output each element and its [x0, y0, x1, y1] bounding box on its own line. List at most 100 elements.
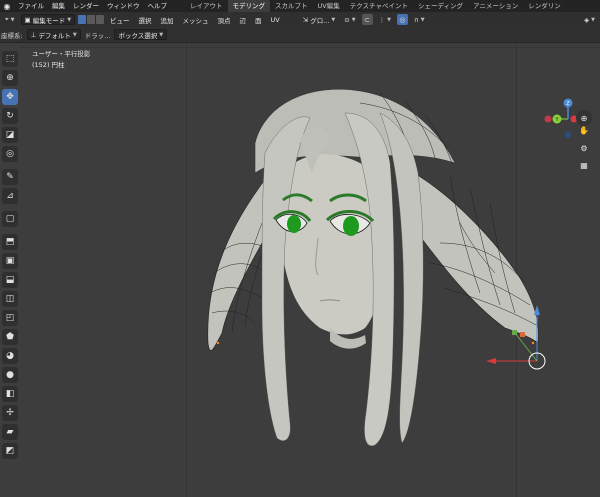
menu-render[interactable]: レンダー — [69, 0, 103, 12]
selected-vertex — [216, 341, 220, 345]
axes-icon: ⊥ — [30, 30, 37, 39]
menu-mesh[interactable]: メッシュ — [180, 15, 212, 25]
coordinate-system-dropdown[interactable]: ⊥ デフォルト ▼ — [26, 29, 81, 40]
view3d-icon: ⌖ — [5, 15, 9, 23]
snap-toggle[interactable]: ⊂ — [361, 14, 373, 25]
tab-sculpt[interactable]: スカルプト — [270, 0, 313, 12]
menu-vertex[interactable]: 頂点 — [215, 15, 234, 25]
inset-tool[interactable]: ▣ — [2, 253, 18, 269]
pan-button[interactable]: ✋ — [576, 122, 592, 138]
snap-target-dropdown[interactable]: ⋮ ▼ — [376, 14, 394, 25]
edge-slide-icon: ◧ — [5, 389, 15, 399]
add-cube-tool[interactable]: ▢ — [2, 211, 18, 227]
menu-uv[interactable]: UV — [268, 16, 283, 24]
mode-dropdown[interactable]: ▣ 編集モード ▼ — [20, 14, 76, 25]
chevron-down-icon: ▼ — [591, 16, 595, 23]
editor-type-button[interactable]: ⌖ ▼ — [2, 14, 18, 25]
character-head-model[interactable] — [0, 43, 600, 497]
menu-select[interactable]: 選択 — [136, 15, 155, 25]
transform-icon: ◎ — [6, 149, 14, 159]
tab-shading[interactable]: シェーディング — [413, 0, 468, 12]
coordinate-system-value: デフォルト — [38, 31, 71, 40]
scale-icon: ◪ — [5, 130, 15, 140]
edge-slide-tool[interactable]: ◧ — [2, 386, 18, 402]
pivot-dropdown[interactable]: ⊙ ▼ — [341, 14, 358, 25]
workspace-tabs: レイアウト モデリング スカルプト UV編集 テクスチャペイント シェーディング… — [185, 0, 566, 12]
tool-shelf: ⬚ ⊕ ✥ ↻ ◪ ◎ ✎ ⊿ ▢ ⬒ ▣ ⬓ ◫ ◰ ⬟ ◕ ● ◧ ✢ ▰ … — [0, 43, 20, 497]
chevron-down-icon: ▼ — [10, 16, 15, 23]
menu-file[interactable]: ファイル — [14, 0, 48, 12]
rotate-icon: ↻ — [6, 111, 14, 121]
pivot-icon: ⊙ — [344, 15, 350, 24]
falloff-curve-icon: ∩ — [413, 15, 419, 24]
rip-tool[interactable]: ◩ — [2, 443, 18, 459]
smooth-tool[interactable]: ● — [2, 367, 18, 383]
annotate-tool[interactable]: ✎ — [2, 169, 18, 185]
falloff-dropdown[interactable]: ∩ ▼ — [411, 14, 428, 25]
spin-tool[interactable]: ◕ — [2, 348, 18, 364]
camera-view-button[interactable]: ⚙ — [576, 140, 592, 156]
rotate-tool[interactable]: ↻ — [2, 108, 18, 124]
menu-add[interactable]: 追加 — [158, 15, 177, 25]
move-tool[interactable]: ✥ — [2, 89, 18, 105]
tab-modeling[interactable]: モデリング — [227, 0, 270, 12]
drag-select-dropdown[interactable]: ボックス選択 ▼ — [114, 29, 168, 40]
transform-tool[interactable]: ◎ — [2, 146, 18, 162]
poly-build-icon: ⬟ — [6, 332, 14, 342]
eye-icon: ◈ — [584, 15, 590, 24]
poly-build-tool[interactable]: ⬟ — [2, 329, 18, 345]
extrude-tool[interactable]: ⬒ — [2, 234, 18, 250]
knife-icon: ◰ — [5, 313, 15, 323]
menu-face[interactable]: 面 — [252, 15, 265, 25]
loop-cut-tool[interactable]: ◫ — [2, 291, 18, 307]
scale-tool[interactable]: ◪ — [2, 127, 18, 143]
shear-icon: ▰ — [6, 427, 14, 437]
smooth-icon: ● — [6, 370, 14, 380]
measure-tool[interactable]: ⊿ — [2, 188, 18, 204]
face-select-icon[interactable] — [96, 15, 105, 24]
chevron-down-icon: ▼ — [159, 31, 164, 38]
edit-mode-icon: ▣ — [24, 15, 31, 24]
visibility-dropdown[interactable]: ◈ ▼ — [581, 14, 598, 25]
measure-icon: ⊿ — [6, 191, 14, 201]
chevron-down-icon: ▼ — [67, 16, 72, 23]
tab-animation[interactable]: アニメーション — [468, 0, 523, 12]
cursor-tool[interactable]: ⊕ — [2, 70, 18, 86]
shear-tool[interactable]: ▰ — [2, 424, 18, 440]
cursor-icon: ⊕ — [6, 73, 14, 83]
proportional-edit-toggle[interactable]: ◎ — [396, 14, 408, 25]
blender-logo-icon[interactable]: ◉ — [0, 0, 14, 12]
menu-help[interactable]: ヘルプ — [144, 0, 172, 12]
spin-icon: ◕ — [6, 351, 14, 361]
magnet-icon: ⊂ — [364, 15, 371, 24]
menu-edit[interactable]: 編集 — [48, 0, 69, 12]
gizmo-z-label: Z — [566, 101, 570, 107]
menu-edge[interactable]: 辺 — [237, 15, 250, 25]
shrink-tool[interactable]: ✢ — [2, 405, 18, 421]
tab-uv-editing[interactable]: UV編集 — [313, 0, 345, 12]
camera-icon: ⚙ — [580, 143, 588, 153]
knife-tool[interactable]: ◰ — [2, 310, 18, 326]
viewport-header: ⌖ ▼ ▣ 編集モード ▼ ビュー 選択 追加 メッシュ 頂点 辺 面 UV ⇲ … — [0, 12, 600, 27]
proportional-edit-icon: ◎ — [399, 15, 406, 24]
rip-icon: ◩ — [5, 446, 15, 456]
drag-select-value: ボックス選択 — [118, 31, 158, 40]
hand-pan-icon: ✋ — [579, 125, 589, 135]
loop-cut-icon: ◫ — [5, 294, 15, 304]
select-box-tool[interactable]: ⬚ — [2, 51, 18, 67]
gizmo-y-plane — [512, 330, 517, 335]
menu-window[interactable]: ウィンドウ — [103, 0, 144, 12]
orientation-dropdown[interactable]: ⇲ グロ... ▼ — [300, 14, 339, 25]
ortho-toggle-button[interactable]: ▦ — [576, 157, 592, 173]
tab-rendering[interactable]: レンダリン — [523, 0, 566, 12]
menu-view[interactable]: ビュー — [107, 15, 133, 25]
tab-layout[interactable]: レイアウト — [185, 0, 228, 12]
bevel-tool[interactable]: ⬓ — [2, 272, 18, 288]
top-menu-bar: ◉ ファイル 編集 レンダー ウィンドウ ヘルプ レイアウト モデリング スカル… — [0, 0, 600, 12]
edge-select-icon[interactable] — [87, 15, 96, 24]
add-cube-icon: ▢ — [5, 214, 15, 224]
vertex-select-icon[interactable] — [78, 15, 87, 24]
tab-texture-paint[interactable]: テクスチャペイント — [345, 0, 413, 12]
3d-viewport[interactable]: ユーザー・平行投影 (152) 円柱 Z Y ⊕ ✋ ⚙ ▦ — [0, 43, 600, 497]
chevron-down-icon: ▼ — [351, 16, 356, 23]
